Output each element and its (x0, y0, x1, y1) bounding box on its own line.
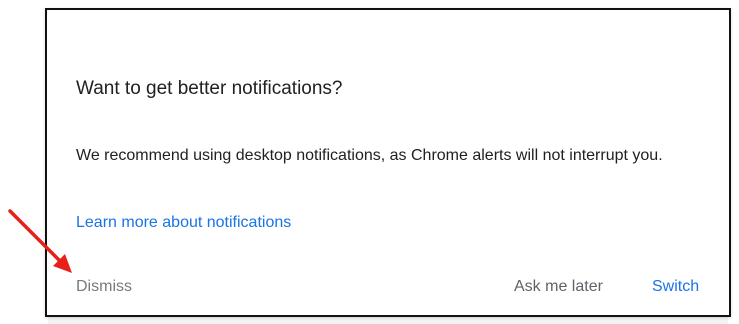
dismiss-button[interactable]: Dismiss (76, 278, 132, 296)
learn-more-link[interactable]: Learn more about notifications (76, 214, 291, 232)
dialog-title: Want to get better notifications? (76, 78, 343, 99)
page: Want to get better notifications? We rec… (0, 0, 739, 324)
ask-me-later-button[interactable]: Ask me later (514, 278, 603, 296)
notification-dialog: Want to get better notifications? We rec… (45, 8, 731, 317)
dialog-body: We recommend using desktop notifications… (76, 147, 663, 164)
switch-button[interactable]: Switch (652, 278, 699, 296)
